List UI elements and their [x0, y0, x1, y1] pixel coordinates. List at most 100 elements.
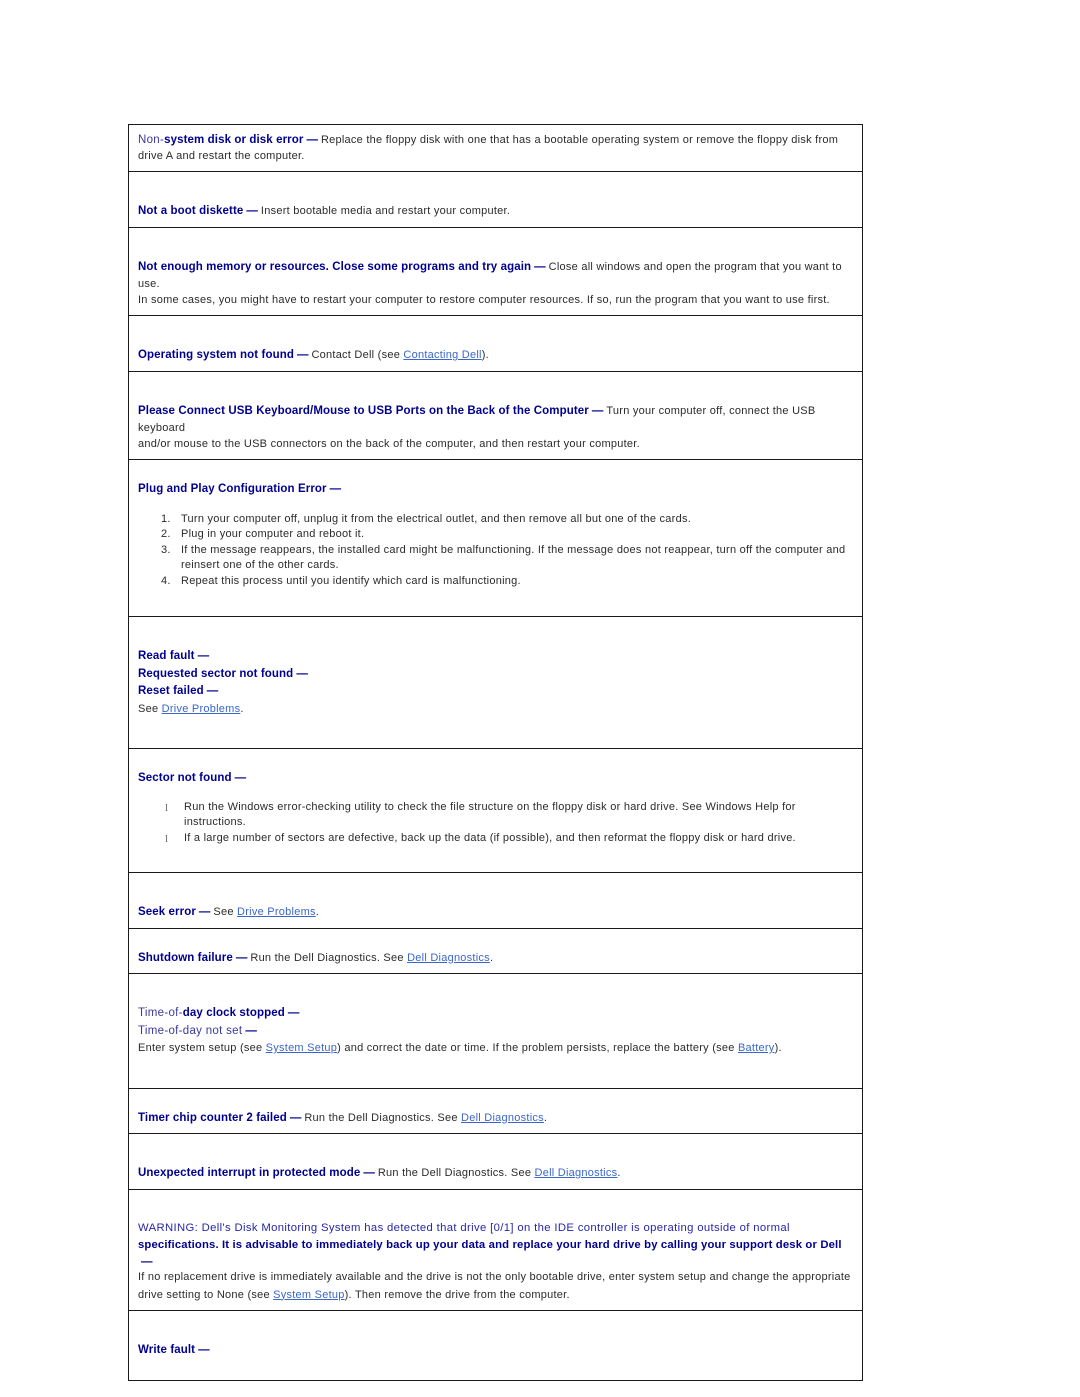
message-heading: Write fault: [138, 1344, 196, 1356]
em-dash: —: [289, 1111, 302, 1124]
list-item-text: Run the Windows error-checking utility t…: [184, 800, 796, 829]
message-heading: Please Connect USB Keyboard/Mouse to USB…: [138, 404, 589, 417]
message-heading-row: Shutdown failure — Run the Dell Diagnostic…: [138, 949, 853, 967]
em-dash: —: [206, 685, 219, 697]
warning-text-line1: WARNING: Dell's Disk Monitoring System h…: [138, 1221, 790, 1234]
link-battery[interactable]: Battery: [738, 1042, 775, 1054]
message-heading-row-not-set: Time-of-day not set —: [138, 1022, 853, 1040]
message-body-tail: .: [543, 1111, 548, 1124]
list-item: l Run the Windows error-checking utility …: [164, 800, 853, 831]
message-heading-row-requested-sector: Requested sector not found —: [138, 665, 853, 683]
em-dash: —: [306, 134, 318, 146]
message-heading: Not enough memory or resources. Close so…: [138, 260, 532, 273]
message-heading-row: Unexpected interrupt in protected mode — R…: [138, 1164, 853, 1182]
warning-text-line2: specifications. It is advisable to immed…: [138, 1238, 842, 1251]
message-heading-row-reset-failed: Reset failed —: [138, 682, 853, 700]
message-heading: Unexpected interrupt in protected mode: [138, 1167, 361, 1179]
message-heading-row: Write fault —: [138, 1341, 853, 1359]
message-body-tail: ).: [481, 349, 489, 361]
recommendation-list: l Run the Windows error-checking utility …: [138, 800, 853, 847]
link-dell-diagnostics[interactable]: Dell Diagnostics: [535, 1167, 618, 1179]
message-body-tail: .: [315, 906, 320, 918]
bullet-icon: l: [165, 801, 169, 814]
em-dash: —: [235, 951, 248, 964]
message-heading: Plug and Play Configuration Error: [138, 483, 327, 495]
message-heading-row: Operating system not found — Contact Dell …: [138, 346, 853, 364]
message-body-line2: drive A and restart the computer.: [138, 149, 305, 162]
em-dash: —: [534, 260, 546, 273]
message-block-seek-error: Seek error — See Drive Problems.: [128, 872, 863, 929]
em-dash: —: [329, 483, 342, 495]
message-heading-row: Plug and Play Configuration Error —: [138, 480, 853, 498]
message-heading-row: Non-system disk or disk error — Replace th…: [138, 131, 853, 149]
message-block-operating-system-not-found: Operating system not found — Contact Dell …: [128, 315, 863, 372]
message-heading-row-read-fault: Read fault —: [138, 647, 853, 665]
link-contacting-dell[interactable]: Contacting Dell: [403, 349, 481, 361]
message-heading: day clock stopped: [182, 1007, 285, 1019]
message-block-unexpected-interrupt: Unexpected interrupt in protected mode — R…: [128, 1133, 863, 1190]
message-body: See: [213, 906, 238, 918]
message-block-warning-disk-monitoring: WARNING: Dell's Disk Monitoring System h…: [128, 1188, 863, 1311]
link-system-setup[interactable]: System Setup: [266, 1042, 337, 1054]
em-dash: —: [197, 650, 210, 662]
message-heading: Read fault: [138, 650, 195, 662]
warning-body-tail: ). Then remove the drive from the comput…: [344, 1288, 570, 1301]
message-heading-row: Not enough memory or resources. Close so…: [138, 258, 853, 293]
message-heading: Time-of-day not set: [138, 1024, 243, 1037]
message-body-tail: .: [617, 1167, 621, 1179]
em-dash: —: [141, 1255, 153, 1268]
heading-prefix: Time-of-: [138, 1007, 183, 1019]
message-body: Enter system setup (see: [138, 1042, 266, 1054]
message-body-tail: ).: [774, 1042, 782, 1054]
message-heading: Sector not found: [138, 772, 232, 784]
message-heading: Reset failed: [138, 685, 204, 697]
em-dash: —: [591, 404, 604, 417]
message-block-sector-not-found: Sector not found — l Run the Windows error…: [128, 748, 863, 873]
message-body: Run the Dell Diagnostics. See: [377, 1167, 535, 1179]
em-dash: —: [198, 906, 211, 918]
em-dash: —: [363, 1167, 375, 1179]
message-block-plug-and-play-config-error: Plug and Play Configuration Error— Turn …: [128, 459, 863, 617]
list-item: Repeat this process until you identify w…: [174, 574, 853, 590]
message-block-not-enough-memory: Not enough memory or resources. Close so…: [128, 226, 863, 316]
em-dash: —: [234, 772, 247, 784]
message-block-shutdown-failure: Shutdown failure — Run the Dell Diagnostic…: [128, 927, 863, 974]
warning-body-line1: If no replacement drive is immediately a…: [138, 1271, 851, 1283]
warning-text-line2-row: specifications. It is advisable to immed…: [138, 1236, 853, 1271]
message-body: Run the Dell Diagnostics. See: [304, 1111, 462, 1124]
troubleshooting-steps-list: Turn your computer off, unplug it from t…: [138, 512, 853, 590]
message-body: Replace the floppy disk with one that ha…: [320, 134, 839, 146]
link-system-setup[interactable]: System Setup: [273, 1289, 344, 1301]
message-heading: Seek error: [138, 906, 196, 918]
message-heading: Timer chip counter 2 failed: [138, 1111, 287, 1124]
message-body: Contact Dell (see: [311, 349, 404, 361]
list-item: Turn your computer off, unplug it from t…: [174, 512, 853, 528]
link-dell-diagnostics[interactable]: Dell Diagnostics: [407, 952, 490, 964]
see-tail: .: [240, 702, 244, 715]
see-reference: See Drive Problems.: [138, 700, 853, 718]
message-block-non-system-disk: Non-system disk or disk error — Replace th…: [128, 124, 863, 172]
link-drive-problems[interactable]: Drive Problems: [237, 906, 316, 918]
list-item: Plug in your computer and reboot it.: [174, 527, 853, 543]
message-heading: system disk or disk error: [164, 134, 304, 146]
link-dell-diagnostics[interactable]: Dell Diagnostics: [461, 1112, 544, 1124]
link-drive-problems[interactable]: Drive Problems: [162, 703, 241, 715]
list-item: If the message reappears, the installed …: [174, 543, 853, 574]
bullet-icon: l: [165, 832, 169, 845]
message-block-please-connect-usb: Please Connect USB Keyboard/Mouse to USB…: [128, 370, 863, 460]
message-heading-row: Seek error — See Drive Problems.: [138, 903, 853, 921]
message-heading-row-clock-stopped: Time-of-day clock stopped —: [138, 1004, 853, 1022]
